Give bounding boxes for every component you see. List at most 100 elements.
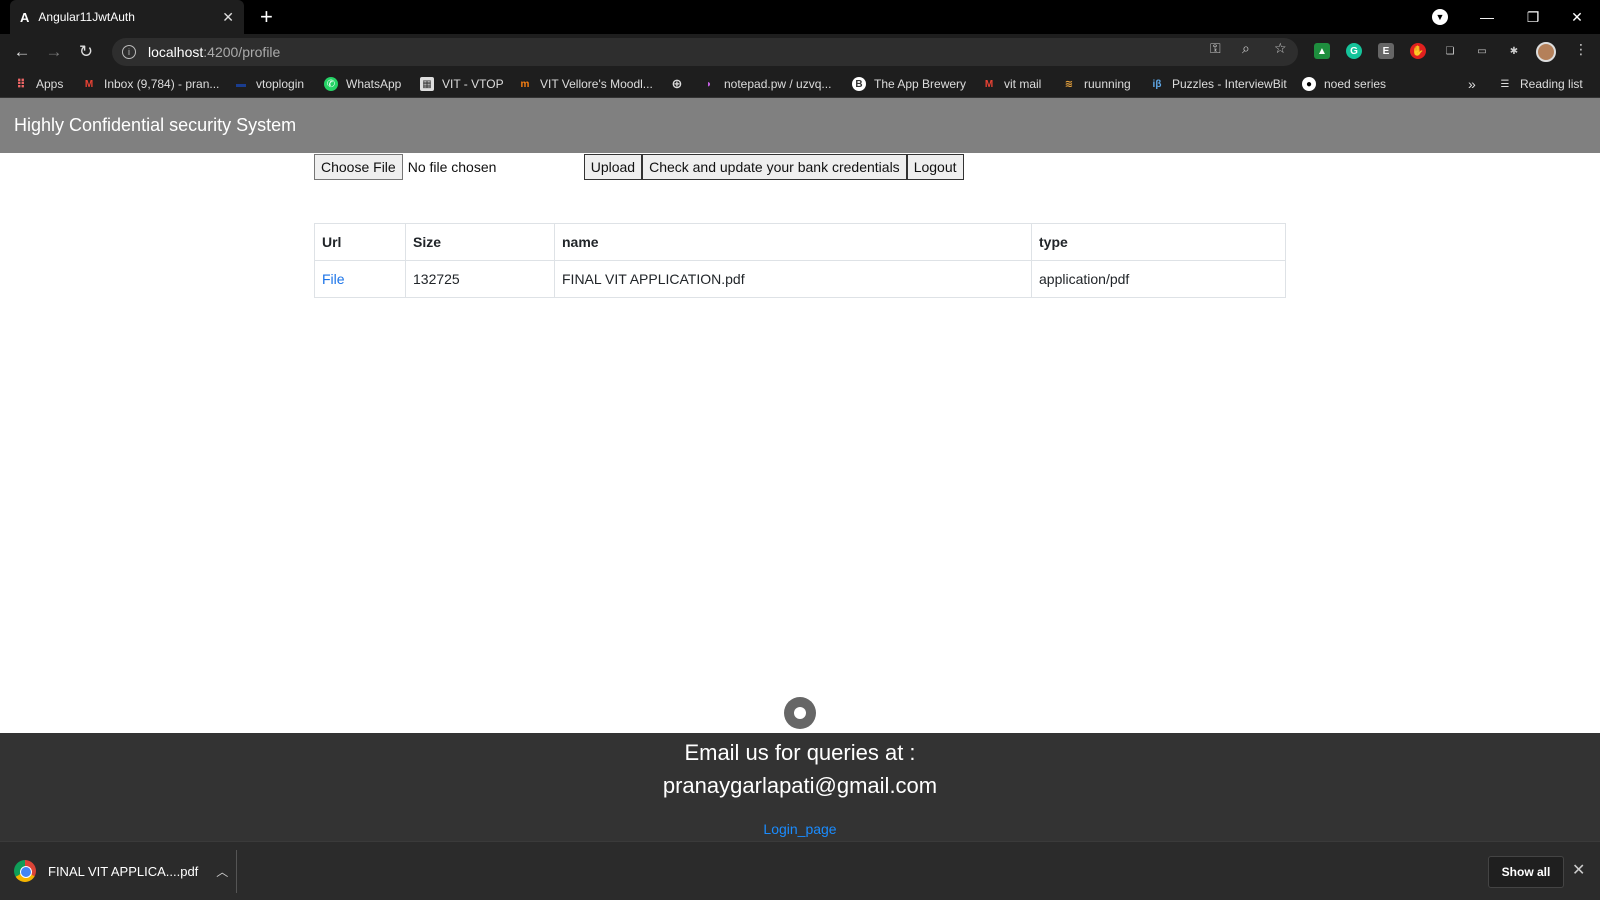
minimize-button[interactable]: —: [1464, 0, 1510, 34]
tab-search-icon[interactable]: ▼: [1432, 9, 1448, 25]
vit-icon: ▦: [420, 77, 434, 91]
bookmark-app-brewery[interactable]: B The App Brewery: [852, 70, 966, 98]
apps-grid-icon: ⠿: [16, 77, 26, 91]
forward-icon[interactable]: →: [42, 40, 66, 64]
bookmark-apps[interactable]: ⠿ Apps: [14, 70, 63, 98]
bookmark-vtoplogin[interactable]: ▬ vtoplogin: [234, 70, 304, 98]
table-header-row: Url Size name type: [314, 223, 1286, 261]
download-item[interactable]: FINAL VIT APPLICA....pdf ︿: [14, 854, 228, 888]
footer-email-prompt: Email us for queries at :: [684, 740, 916, 765]
bookmark-interviewbit[interactable]: iβ Puzzles - InterviewBit: [1150, 70, 1287, 98]
site-info-icon[interactable]: i: [122, 45, 136, 59]
copy-extension-icon[interactable]: ❏: [1442, 43, 1458, 59]
divider: [236, 850, 237, 893]
table-row: File 132725 FINAL VIT APPLICATION.pdf ap…: [314, 260, 1286, 298]
reading-list-button[interactable]: ☰ Reading list: [1498, 70, 1583, 98]
bookmark-label: VIT - VTOP: [442, 77, 504, 91]
bookmark-label: WhatsApp: [346, 77, 402, 91]
appbrewery-icon: B: [852, 77, 866, 91]
bookmark-label: VIT Vellore's Moodl...: [540, 77, 653, 91]
url-host: localhost: [148, 44, 204, 60]
bookmarks-bar: ⠿ Apps M Inbox (9,784) - pran... ▬ vtopl…: [0, 70, 1600, 98]
gmail-icon: M: [984, 78, 994, 90]
column-header-name: name: [554, 223, 1032, 261]
choose-file-button[interactable]: Choose File: [314, 154, 403, 180]
bookmark-ruunning[interactable]: ≋ ruunning: [1062, 70, 1131, 98]
more-bookmarks-button[interactable]: »: [1468, 70, 1476, 98]
type-cell: application/pdf: [1031, 260, 1286, 298]
bookmark-inbox[interactable]: M Inbox (9,784) - pran...: [82, 70, 220, 98]
files-table: Url Size name type File 132725 FINAL VIT…: [314, 223, 1286, 298]
bookmark-vit-mail[interactable]: M vit mail: [982, 70, 1042, 98]
bookmark-label: vtoplogin: [256, 77, 305, 91]
bookmark-notepad[interactable]: ◗ notepad.pw / uzvq...: [702, 70, 831, 98]
close-icon[interactable]: ✕: [222, 9, 234, 26]
upload-controls: Choose File No file chosen Upload Check …: [314, 154, 964, 180]
bookmark-moodle[interactable]: m VIT Vellore's Moodl...: [518, 70, 653, 98]
app-header: Highly Confidential security System: [0, 98, 1600, 153]
reload-icon[interactable]: ↻: [74, 40, 98, 64]
login-page-link[interactable]: Login_page: [0, 821, 1600, 837]
back-icon[interactable]: ←: [10, 40, 34, 64]
moodle-icon: m: [520, 78, 530, 90]
bank-credentials-button[interactable]: Check and update your bank credentials: [642, 154, 907, 180]
extension-e-icon[interactable]: E: [1378, 43, 1394, 59]
address-bar[interactable]: i localhost:4200/profile: [112, 38, 1298, 66]
bookmark-label: Inbox (9,784) - pran...: [104, 77, 220, 91]
browser-tab[interactable]: A Angular11JwtAuth ✕: [10, 0, 244, 34]
bookmark-vit-vtop[interactable]: ▦ VIT - VTOP: [420, 70, 504, 98]
file-status: No file chosen: [407, 159, 497, 175]
bookmark-label: notepad.pw / uzvq...: [724, 77, 832, 91]
chevron-up-icon[interactable]: ︿: [216, 863, 228, 880]
key-icon[interactable]: ⚿: [1210, 40, 1221, 57]
vtop-icon: ▬: [236, 78, 246, 90]
zoom-icon[interactable]: ⌕: [1242, 40, 1250, 57]
interviewbit-icon: iβ: [1152, 78, 1162, 90]
extensions-puzzle-icon[interactable]: ✱: [1506, 43, 1522, 59]
download-shelf: FINAL VIT APPLICA....pdf ︿ Show all ✕: [0, 841, 1600, 900]
bookmark-globe[interactable]: ⊕: [670, 70, 692, 98]
bookmark-whatsapp[interactable]: ✆ WhatsApp: [324, 70, 401, 98]
footer-email-address: pranaygarlapati@gmail.com: [662, 773, 938, 798]
show-all-button[interactable]: Show all: [1488, 856, 1564, 888]
tab-strip: A Angular11JwtAuth ✕ + ▼ — ❐ ✕: [0, 0, 1600, 34]
logout-button[interactable]: Logout: [906, 154, 964, 180]
name-cell: FINAL VIT APPLICATION.pdf: [554, 260, 1032, 298]
url-path: :4200/profile: [203, 44, 281, 60]
upload-button[interactable]: Upload: [583, 154, 643, 180]
cast-icon[interactable]: ▭: [1474, 43, 1490, 59]
new-tab-button[interactable]: +: [260, 4, 273, 30]
bookmark-label: Puzzles - InterviewBit: [1172, 77, 1287, 91]
size-cell: 132725: [405, 260, 555, 298]
footer: Email us for queries at : pranaygarlapat…: [0, 733, 1600, 841]
reading-list-label: Reading list: [1520, 77, 1583, 91]
google-drive-icon[interactable]: ▲: [1314, 43, 1330, 59]
bookmark-label: Apps: [36, 77, 64, 91]
window-close-button[interactable]: ✕: [1554, 0, 1600, 34]
restore-button[interactable]: ❐: [1510, 0, 1556, 34]
close-icon[interactable]: ✕: [1572, 860, 1585, 880]
bookmark-label: noed series: [1324, 77, 1387, 91]
profile-avatar[interactable]: [1536, 42, 1556, 62]
angular-icon: A: [20, 9, 30, 25]
download-filename: FINAL VIT APPLICA....pdf: [48, 863, 199, 879]
column-header-size: Size: [405, 223, 555, 261]
grammarly-icon[interactable]: G: [1346, 43, 1362, 59]
floating-record-button[interactable]: [784, 697, 816, 729]
bookmark-label: vit mail: [1004, 77, 1042, 91]
column-header-url: Url: [314, 223, 406, 261]
chrome-icon: [14, 860, 36, 882]
menu-kebab-icon[interactable]: ⋮: [1574, 41, 1588, 58]
globe-icon: ⊕: [671, 76, 683, 91]
bookmark-star-icon[interactable]: ☆: [1274, 40, 1287, 57]
gmail-icon: M: [84, 78, 94, 90]
app-title: Highly Confidential security System: [14, 115, 297, 135]
reading-list-icon: ☰: [1500, 78, 1510, 90]
file-link[interactable]: File: [322, 271, 345, 287]
whatsapp-icon: ✆: [324, 77, 338, 91]
bookmark-noed-series[interactable]: ● noed series: [1302, 70, 1386, 98]
running-icon: ≋: [1064, 78, 1074, 90]
column-header-type: type: [1031, 223, 1286, 261]
github-icon: ●: [1302, 77, 1316, 91]
extension-red-icon[interactable]: ✋: [1410, 43, 1426, 59]
